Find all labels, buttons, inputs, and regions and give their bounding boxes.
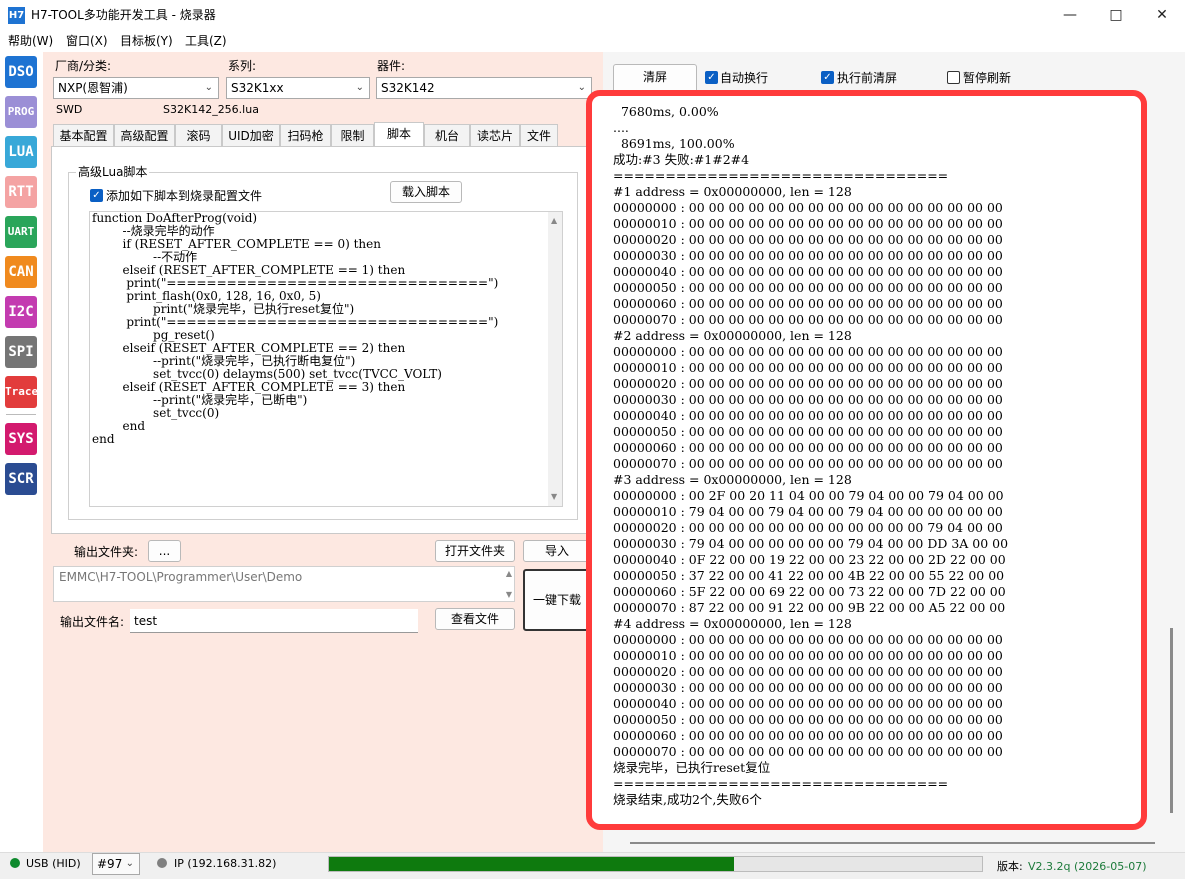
version-label: 版本: — [997, 860, 1023, 873]
tab-machine[interactable]: 机台 — [424, 124, 470, 146]
tab-advanced[interactable]: 高级配置 — [114, 124, 175, 146]
ip-status-icon — [157, 858, 167, 868]
tab-rolling-code[interactable]: 滚码 — [175, 124, 222, 146]
app-icon: H7 — [8, 7, 25, 24]
menu-tools[interactable]: 工具(Z) — [185, 33, 227, 49]
tool-uart-button[interactable]: UART — [5, 216, 37, 248]
clear-before-run-label: 执行前清屏 — [837, 71, 898, 85]
version-value: V2.3.2q (2026-05-07) — [1028, 860, 1147, 873]
part-value: S32K142 — [381, 81, 435, 95]
chevron-down-icon: ⌄ — [204, 82, 213, 93]
title-bar: H7 H7-TOOL多功能开发工具 - 烧录器 — □ ✕ — [0, 0, 1185, 30]
output-path-field[interactable]: EMMC\H7-TOOL\Programmer\User\Demo ▲ ▼ — [53, 566, 515, 602]
tab-file[interactable]: 文件 — [520, 124, 558, 146]
console-output: 7680ms, 0.00% .... 8691ms, 100.00% 成功:#3… — [613, 104, 1009, 807]
pause-refresh-checkbox[interactable] — [947, 71, 960, 84]
minimize-icon[interactable]: — — [1047, 0, 1093, 30]
browse-folder-button[interactable]: ... — [148, 540, 181, 562]
clear-before-run-checkbox[interactable]: ✓ — [821, 71, 834, 84]
auto-wrap-label: 自动换行 — [720, 71, 769, 85]
scroll-up-icon[interactable]: ▲ — [551, 216, 557, 225]
tab-limit[interactable]: 限制 — [331, 124, 374, 146]
script-editor[interactable]: function DoAfterProg(void) --烧录完毕的动作 if … — [89, 211, 563, 507]
auto-wrap-checkbox[interactable]: ✓ — [705, 71, 718, 84]
view-file-button[interactable]: 查看文件 — [435, 608, 515, 630]
menu-bar: 帮助(W) 窗口(X) 目标板(Y) 工具(Z) — [0, 30, 1185, 52]
window-title: H7-TOOL多功能开发工具 - 烧录器 — [31, 8, 216, 22]
group-title: 高级Lua脚本 — [76, 164, 150, 180]
tab-basic[interactable]: 基本配置 — [53, 124, 114, 146]
tab-read-chip[interactable]: 读芯片 — [470, 124, 520, 146]
chevron-down-icon: ⌄ — [577, 82, 586, 93]
progress-fill — [329, 857, 734, 871]
console-hscroll-thumb[interactable] — [630, 842, 1155, 844]
tool-prog-button[interactable]: PROG — [5, 96, 37, 128]
open-folder-button[interactable]: 打开文件夹 — [435, 540, 515, 562]
add-script-label: 添加如下脚本到烧录配置文件 — [106, 189, 263, 203]
scroll-down-icon[interactable]: ▼ — [506, 590, 512, 599]
series-label: 系列: — [228, 59, 257, 73]
ip-status-label: IP (192.168.31.82) — [174, 857, 277, 870]
usb-status-label: USB (HID) — [26, 857, 81, 870]
tool-spi-button[interactable]: SPI — [5, 336, 37, 368]
tool-lua-button[interactable]: LUA — [5, 136, 37, 168]
menu-window[interactable]: 窗口(X) — [66, 33, 108, 49]
one-key-download-button[interactable]: 一键下载 — [523, 569, 591, 631]
tool-can-button[interactable]: CAN — [5, 256, 37, 288]
output-filename-label: 输出文件名: — [60, 615, 125, 629]
lua-file-label: S32K142_256.lua — [163, 103, 259, 116]
part-select[interactable]: S32K142 ⌄ — [376, 77, 592, 99]
series-value: S32K1xx — [231, 81, 284, 95]
menu-target-board[interactable]: 目标板(Y) — [120, 33, 173, 49]
tool-rtt-button[interactable]: RTT — [5, 176, 37, 208]
scroll-down-icon[interactable]: ▼ — [551, 492, 557, 501]
close-icon[interactable]: ✕ — [1139, 0, 1185, 30]
tool-scr-button[interactable]: SCR — [5, 463, 37, 495]
tab-script[interactable]: 脚本 — [374, 122, 424, 147]
part-label: 器件: — [377, 59, 406, 73]
tool-sys-button[interactable]: SYS — [5, 423, 37, 455]
series-select[interactable]: S32K1xx ⌄ — [226, 77, 370, 99]
console-scroll-thumb[interactable] — [1170, 628, 1173, 813]
pause-refresh-label: 暂停刷新 — [963, 71, 1012, 85]
chevron-down-icon: ⌄ — [355, 82, 364, 93]
device-number-select[interactable]: #97 ⌄ — [92, 853, 140, 875]
tool-dso-button[interactable]: DSO — [5, 56, 37, 88]
import-button[interactable]: 导入 — [523, 540, 591, 562]
vendor-value: NXP(恩智浦) — [58, 81, 128, 95]
clear-screen-button[interactable]: 清屏 — [613, 64, 697, 90]
add-script-checkbox[interactable]: ✓ — [90, 189, 103, 202]
usb-status-icon — [10, 858, 20, 868]
editor-scrollbar[interactable]: ▲ ▼ — [548, 212, 562, 506]
output-folder-label: 输出文件夹: — [74, 545, 139, 559]
progress-bar — [328, 856, 983, 872]
tab-scanner[interactable]: 扫码枪 — [280, 124, 331, 146]
vendor-label: 厂商/分类: — [55, 59, 112, 73]
tab-uid-encrypt[interactable]: UID加密 — [222, 124, 280, 146]
chevron-down-icon: ⌄ — [125, 858, 134, 869]
output-filename-input[interactable]: test — [130, 609, 418, 633]
tool-trace-button[interactable]: Trace — [5, 376, 38, 408]
interface-label: SWD — [56, 103, 83, 116]
output-path-text: EMMC\H7-TOOL\Programmer\User\Demo — [59, 570, 303, 584]
scroll-up-icon[interactable]: ▲ — [506, 569, 512, 578]
script-code: function DoAfterProg(void) --烧录完毕的动作 if … — [92, 211, 499, 446]
device-number-value: #97 — [97, 857, 123, 871]
vendor-select[interactable]: NXP(恩智浦) ⌄ — [53, 77, 219, 99]
maximize-icon[interactable]: □ — [1093, 0, 1139, 30]
menu-help[interactable]: 帮助(W) — [8, 33, 53, 49]
toolbar-separator — [6, 414, 36, 415]
tool-i2c-button[interactable]: I2C — [5, 296, 37, 328]
load-script-button[interactable]: 载入脚本 — [390, 181, 462, 203]
